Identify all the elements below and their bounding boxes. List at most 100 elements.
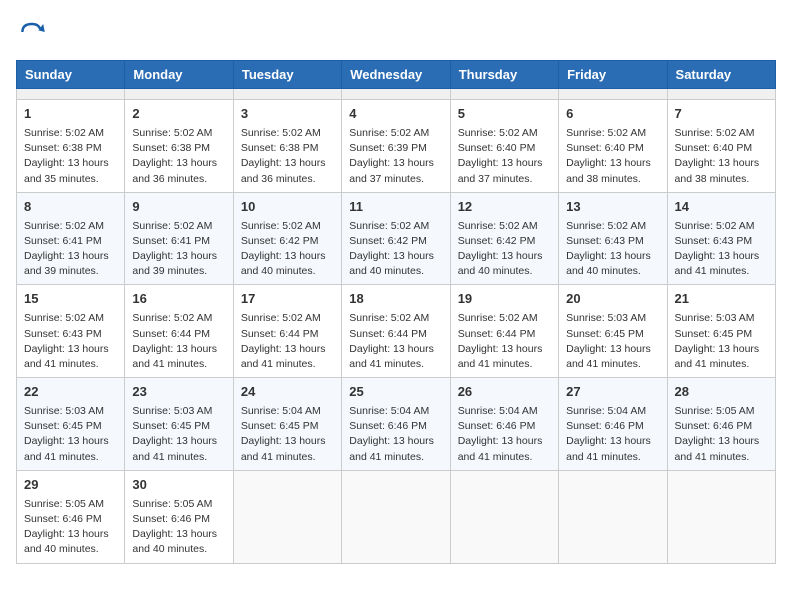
calendar-day-cell [17, 89, 125, 100]
daylight-text: Daylight: 13 hours and 41 minutes. [241, 435, 326, 462]
weekday-header: Saturday [667, 61, 775, 89]
calendar-day-cell: 26Sunrise: 5:04 AMSunset: 6:46 PMDayligh… [450, 378, 558, 471]
sunset-text: Sunset: 6:46 PM [675, 420, 753, 432]
calendar-day-cell: 12Sunrise: 5:02 AMSunset: 6:42 PMDayligh… [450, 192, 558, 285]
sunrise-text: Sunrise: 5:02 AM [675, 220, 755, 232]
calendar-day-cell: 1Sunrise: 5:02 AMSunset: 6:38 PMDaylight… [17, 100, 125, 193]
sunrise-text: Sunrise: 5:03 AM [132, 405, 212, 417]
day-number: 17 [241, 290, 334, 309]
sunrise-text: Sunrise: 5:02 AM [675, 127, 755, 139]
day-number: 22 [24, 383, 117, 402]
weekday-header: Friday [559, 61, 667, 89]
sunrise-text: Sunrise: 5:04 AM [566, 405, 646, 417]
calendar-day-cell [667, 470, 775, 563]
calendar-day-cell: 20Sunrise: 5:03 AMSunset: 6:45 PMDayligh… [559, 285, 667, 378]
sunset-text: Sunset: 6:45 PM [241, 420, 319, 432]
page-header [16, 16, 776, 48]
calendar-day-cell: 22Sunrise: 5:03 AMSunset: 6:45 PMDayligh… [17, 378, 125, 471]
daylight-text: Daylight: 13 hours and 39 minutes. [132, 250, 217, 277]
calendar-week-row: 8 Sunrise: 5:02 AM Sunset: 6:41 PM Daylight… [17, 192, 776, 285]
sunset-text: Sunset: 6:45 PM [675, 328, 753, 340]
calendar-table: SundayMondayTuesdayWednesdayThursdayFrid… [16, 60, 776, 564]
sunset-text: Sunset: 6:44 PM [349, 328, 427, 340]
logo-icon [16, 16, 48, 48]
daylight-text: Daylight: 13 hours and 40 minutes. [458, 250, 543, 277]
daylight-text: Daylight: 13 hours and 41 minutes. [132, 343, 217, 370]
calendar-day-cell: 10Sunrise: 5:02 AMSunset: 6:42 PMDayligh… [233, 192, 341, 285]
daylight-text: Daylight: 13 hours and 41 minutes. [458, 343, 543, 370]
sunrise-text: Sunrise: 5:05 AM [132, 498, 212, 510]
calendar-day-cell [450, 89, 558, 100]
day-number: 20 [566, 290, 659, 309]
calendar-week-row: 15Sunrise: 5:02 AMSunset: 6:43 PMDayligh… [17, 285, 776, 378]
calendar-day-cell: 6Sunrise: 5:02 AMSunset: 6:40 PMDaylight… [559, 100, 667, 193]
daylight-text: Daylight: 13 hours and 41 minutes. [675, 343, 760, 370]
sunrise-text: Sunrise: 5:02 AM [349, 220, 429, 232]
sunset-text: Sunset: 6:45 PM [132, 420, 210, 432]
sunrise-text: Sunrise: 5:02 AM [241, 220, 321, 232]
day-number: 19 [458, 290, 551, 309]
sunset-text: Sunset: 6:38 PM [132, 142, 210, 154]
calendar-day-cell: 14Sunrise: 5:02 AMSunset: 6:43 PMDayligh… [667, 192, 775, 285]
sunrise-text: Sunrise: 5:05 AM [24, 498, 104, 510]
daylight-text: Daylight: 13 hours and 36 minutes. [241, 157, 326, 184]
daylight-text: Daylight: 13 hours and 41 minutes. [675, 250, 760, 277]
daylight-text: Daylight: 13 hours and 41 minutes. [675, 435, 760, 462]
weekday-header: Wednesday [342, 61, 450, 89]
sunrise-text: Sunrise: 5:02 AM [349, 127, 429, 139]
day-number: 12 [458, 198, 551, 217]
sunset-text: Sunset: 6:38 PM [241, 142, 319, 154]
daylight-text: Daylight: 13 hours and 36 minutes. [132, 157, 217, 184]
daylight-text: Daylight: 13 hours and 38 minutes. [675, 157, 760, 184]
calendar-day-cell [559, 89, 667, 100]
day-number: 1 [24, 105, 117, 124]
day-number: 29 [24, 476, 117, 495]
calendar-day-cell: 15Sunrise: 5:02 AMSunset: 6:43 PMDayligh… [17, 285, 125, 378]
calendar-day-cell: 27Sunrise: 5:04 AMSunset: 6:46 PMDayligh… [559, 378, 667, 471]
day-number: 24 [241, 383, 334, 402]
sunset-text: Sunset: 6:46 PM [566, 420, 644, 432]
sunset-text: Sunset: 6:41 PM [132, 235, 210, 247]
sunrise-text: Sunrise: 5:02 AM [241, 312, 321, 324]
logo [16, 16, 54, 48]
sunset-text: Sunset: 6:40 PM [458, 142, 536, 154]
calendar-day-cell: 4Sunrise: 5:02 AMSunset: 6:39 PMDaylight… [342, 100, 450, 193]
sunset-text: Sunset: 6:44 PM [241, 328, 319, 340]
calendar-day-cell: 3Sunrise: 5:02 AMSunset: 6:38 PMDaylight… [233, 100, 341, 193]
daylight-text: Daylight: 13 hours and 38 minutes. [566, 157, 651, 184]
day-number: 16 [132, 290, 225, 309]
day-number: 26 [458, 383, 551, 402]
calendar-day-cell: 28Sunrise: 5:05 AMSunset: 6:46 PMDayligh… [667, 378, 775, 471]
daylight-text: Daylight: 13 hours and 41 minutes. [132, 435, 217, 462]
daylight-text: Daylight: 13 hours and 40 minutes. [24, 528, 109, 555]
sunset-text: Sunset: 6:45 PM [566, 328, 644, 340]
day-number: 23 [132, 383, 225, 402]
calendar-day-cell: 25Sunrise: 5:04 AMSunset: 6:46 PMDayligh… [342, 378, 450, 471]
daylight-text: Daylight: 13 hours and 41 minutes. [566, 435, 651, 462]
calendar-day-cell [342, 470, 450, 563]
sunrise-text: Sunrise: 5:02 AM [24, 312, 104, 324]
calendar-day-cell: 23 Sunrise: 5:03 AM Sunset: 6:45 PM Dayligh… [125, 378, 233, 471]
weekday-header: Monday [125, 61, 233, 89]
sunrise-text: Sunrise: 5:04 AM [458, 405, 538, 417]
day-number: 14 [675, 198, 768, 217]
day-number: 10 [241, 198, 334, 217]
sunset-text: Sunset: 6:39 PM [349, 142, 427, 154]
day-number: 7 [675, 105, 768, 124]
daylight-text: Daylight: 13 hours and 41 minutes. [566, 343, 651, 370]
sunrise-text: Sunrise: 5:02 AM [458, 127, 538, 139]
sunset-text: Sunset: 6:40 PM [675, 142, 753, 154]
daylight-text: Daylight: 13 hours and 40 minutes. [132, 528, 217, 555]
weekday-header-row: SundayMondayTuesdayWednesdayThursdayFrid… [17, 61, 776, 89]
day-number: 8 [24, 198, 117, 217]
calendar-week-row [17, 89, 776, 100]
sunset-text: Sunset: 6:40 PM [566, 142, 644, 154]
daylight-text: Daylight: 13 hours and 39 minutes. [24, 250, 109, 277]
sunset-text: Sunset: 6:41 PM [24, 235, 102, 247]
sunrise-text: Sunrise: 5:02 AM [566, 127, 646, 139]
sunset-text: Sunset: 6:46 PM [24, 513, 102, 525]
sunset-text: Sunset: 6:44 PM [132, 328, 210, 340]
weekday-header: Thursday [450, 61, 558, 89]
daylight-text: Daylight: 13 hours and 40 minutes. [349, 250, 434, 277]
sunrise-text: Sunrise: 5:05 AM [675, 405, 755, 417]
